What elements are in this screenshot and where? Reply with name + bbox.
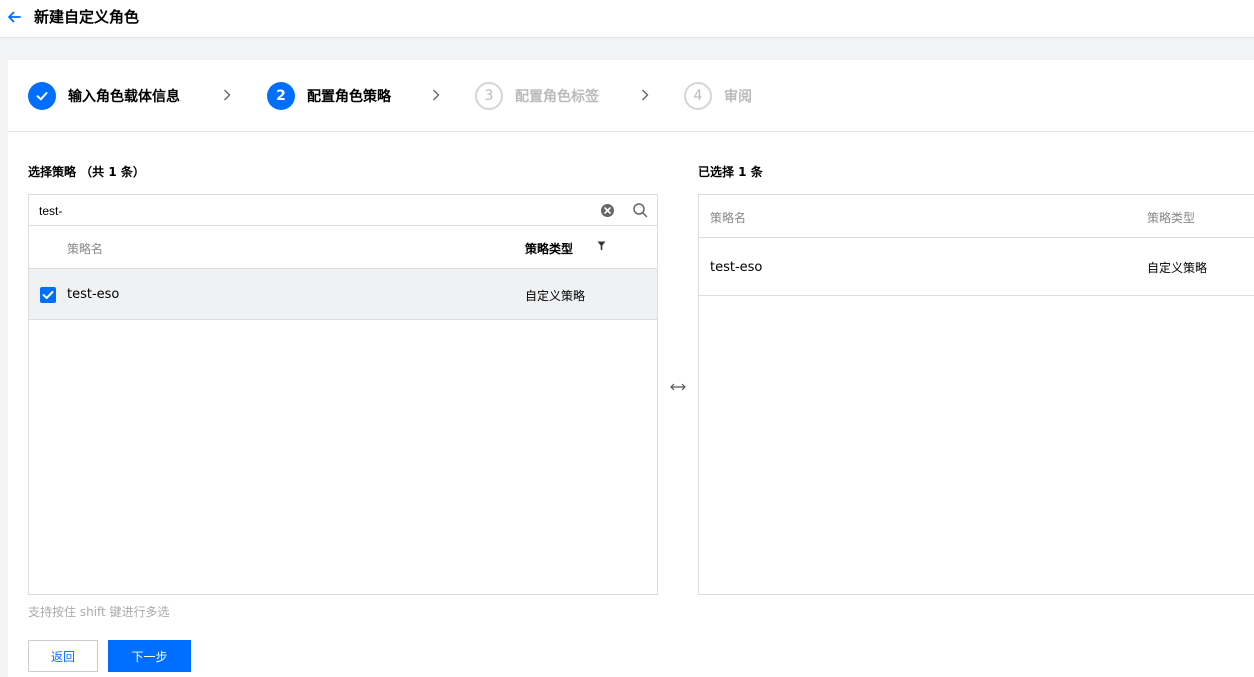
table-row[interactable]: test-eso 自定义策略 <box>699 238 1254 296</box>
search-input[interactable] <box>39 201 579 221</box>
left-table-header: 策略名 策略类型 <box>29 226 657 269</box>
back-arrow-icon[interactable] <box>6 9 22 25</box>
step-4-label: 审阅 <box>724 89 752 105</box>
row-policy-name: test-eso <box>67 287 120 302</box>
chevron-right-icon <box>642 89 649 101</box>
column-header-name: 策略名 <box>710 211 747 225</box>
clear-icon[interactable] <box>600 203 615 218</box>
search-icon[interactable] <box>632 202 648 218</box>
left-panel-title: 选择策略 （共 1 条） <box>28 165 145 179</box>
multi-select-hint: 支持按住 shift 键进行多选 <box>28 605 170 619</box>
step-1-label: 输入角色载体信息 <box>68 89 180 105</box>
top-bar: 新建自定义角色 <box>0 0 1254 38</box>
step-1: 输入角色载体信息 <box>28 82 180 110</box>
filter-icon[interactable] <box>597 241 606 251</box>
right-table-header: 策略名 策略类型 <box>699 195 1254 238</box>
column-header-type: 策略类型 <box>1147 211 1196 225</box>
step-3-number: 3 <box>475 82 503 110</box>
row-policy-type: 自定义策略 <box>525 289 586 303</box>
right-panel-title: 已选择 1 条 <box>698 165 763 179</box>
steps-bar: 输入角色载体信息 2 配置角色策略 3 配置角色标签 4 审阅 <box>8 60 1254 132</box>
page-title: 新建自定义角色 <box>34 8 140 26</box>
row-checkbox[interactable] <box>40 287 56 303</box>
step-2-number: 2 <box>267 82 295 110</box>
row-policy-name: test-eso <box>710 260 763 275</box>
step-2: 2 配置角色策略 <box>267 82 391 110</box>
chevron-right-icon <box>224 89 231 101</box>
column-header-type: 策略类型 <box>525 242 574 256</box>
column-header-name: 策略名 <box>67 242 104 256</box>
policy-picker: 策略名 策略类型 test-eso 自定义策略 <box>28 194 658 595</box>
back-button[interactable]: 返回 <box>28 640 98 672</box>
step-3: 3 配置角色标签 <box>475 82 599 110</box>
next-button[interactable]: 下一步 <box>108 640 191 672</box>
step-4-number: 4 <box>684 82 712 110</box>
search-bar <box>29 195 657 226</box>
selected-policies: 策略名 策略类型 test-eso 自定义策略 <box>698 194 1254 595</box>
check-icon <box>28 82 56 110</box>
step-3-label: 配置角色标签 <box>515 89 599 105</box>
main-card: 输入角色载体信息 2 配置角色策略 3 配置角色标签 4 审阅 选择策略 （共 … <box>8 60 1254 677</box>
checkmark-icon <box>42 291 54 299</box>
step-4: 4 审阅 <box>684 82 752 110</box>
table-row[interactable]: test-eso 自定义策略 <box>29 269 657 320</box>
step-2-label: 配置角色策略 <box>307 89 391 105</box>
chevron-right-icon <box>433 89 440 101</box>
swap-arrows-icon <box>670 383 686 391</box>
row-policy-type: 自定义策略 <box>1147 261 1208 275</box>
